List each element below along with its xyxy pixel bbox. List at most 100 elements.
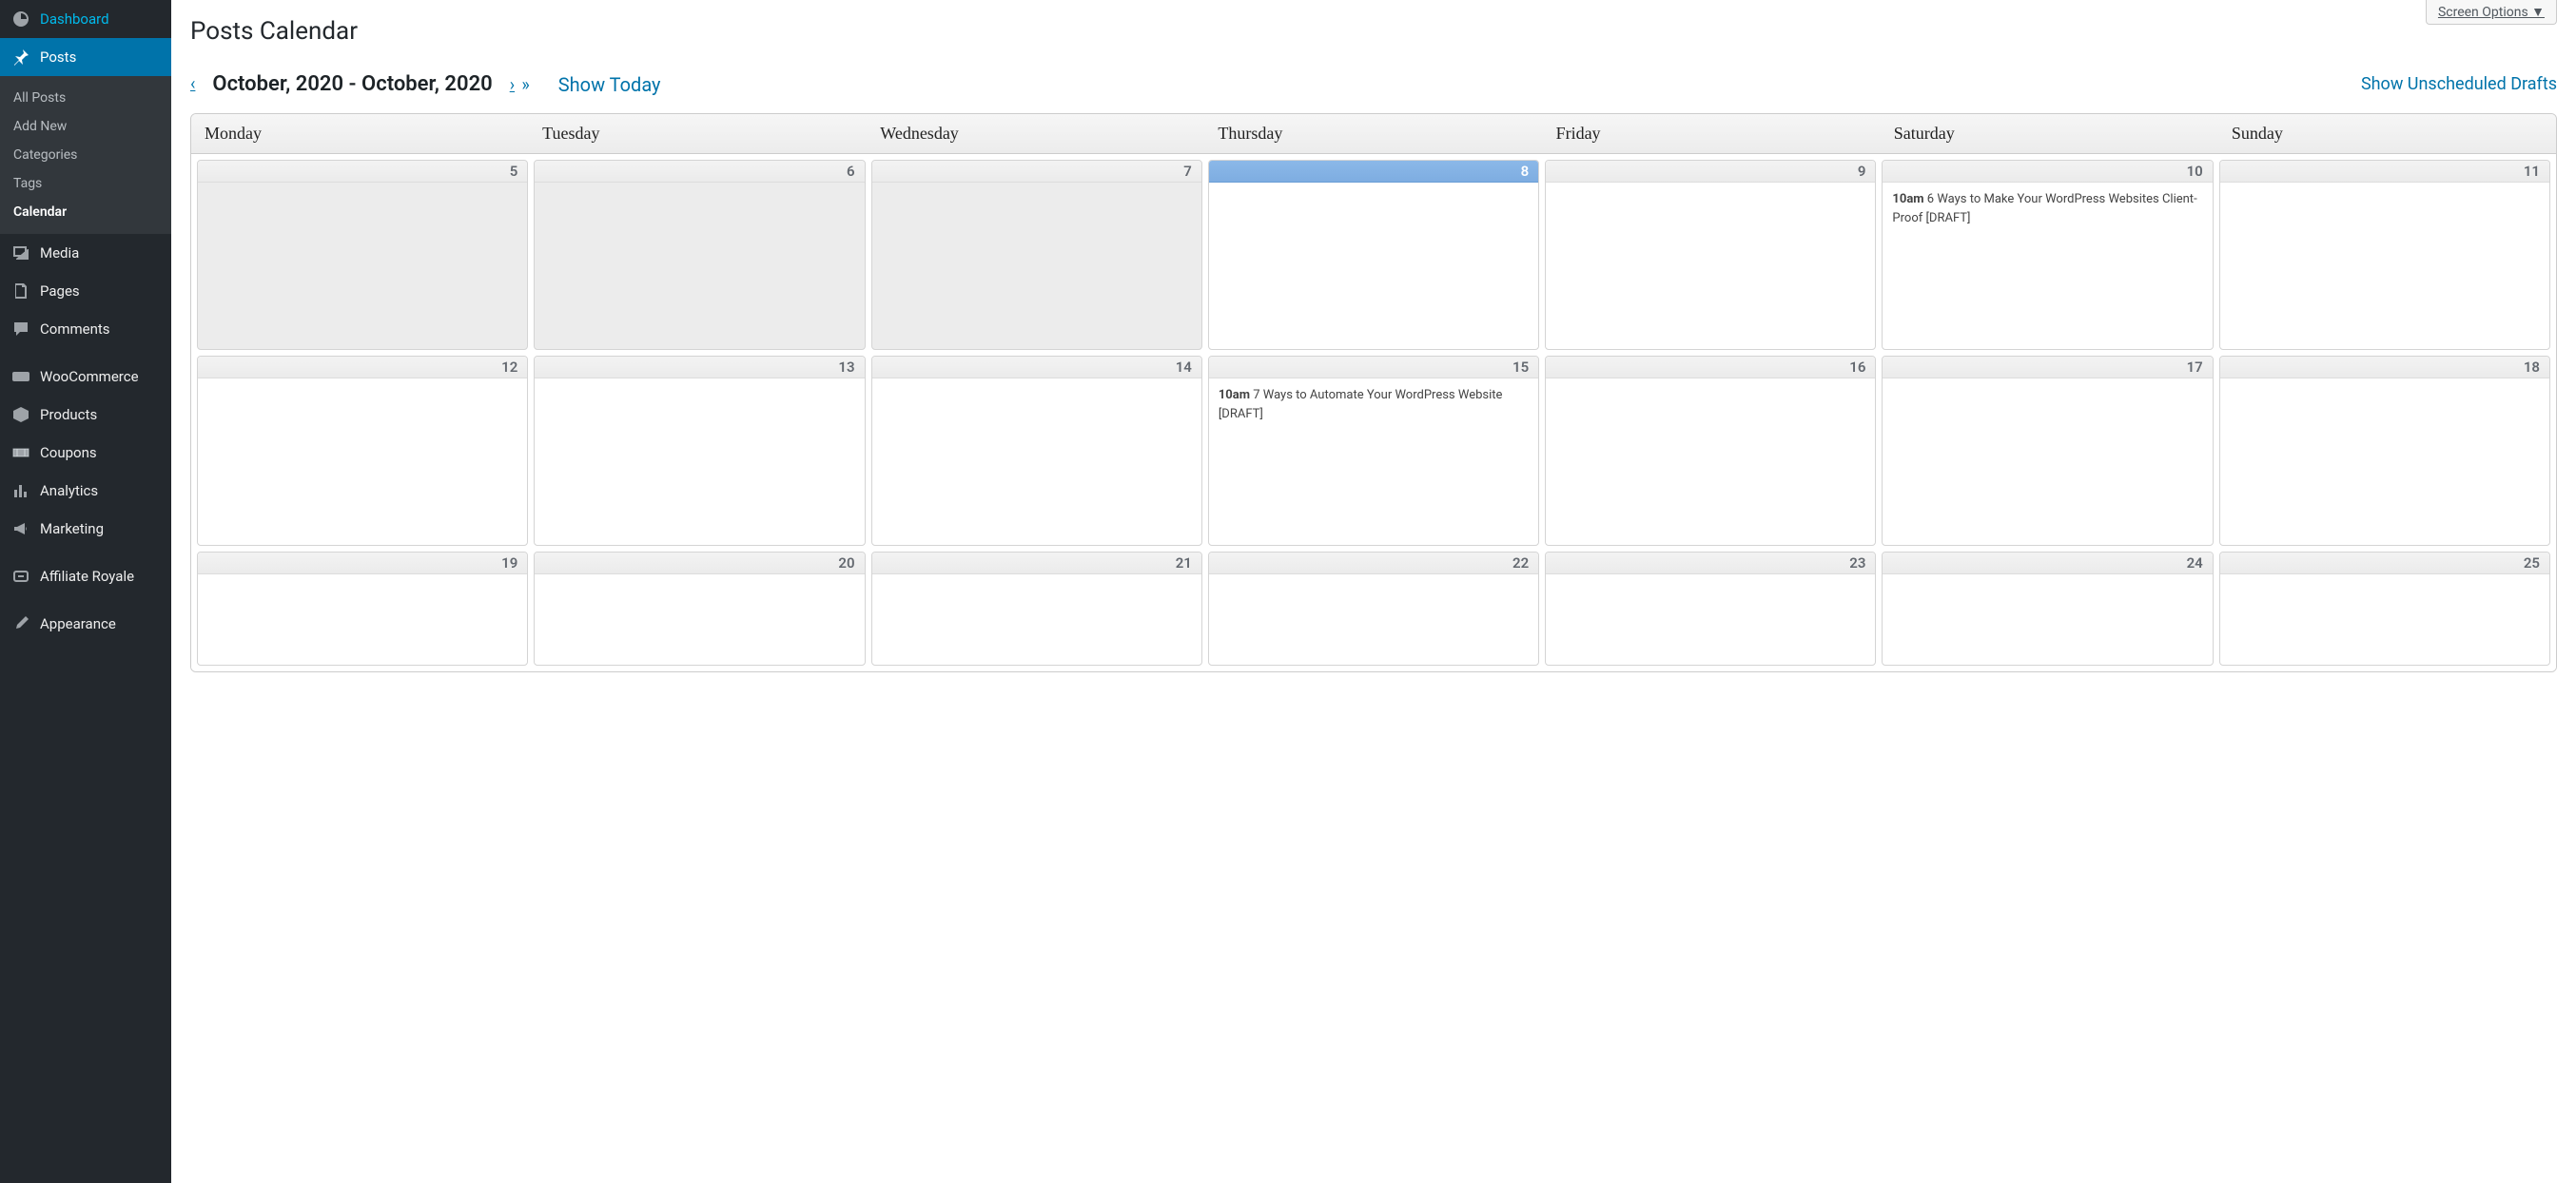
analytics-icon <box>11 481 30 500</box>
event-time: 10am <box>1892 192 1923 206</box>
brush-icon <box>11 614 30 633</box>
calendar-day[interactable]: 5 <box>197 160 528 350</box>
page-title: Posts Calendar <box>190 0 2557 72</box>
sidebar-item-label: Coupons <box>40 444 97 461</box>
show-today-link[interactable]: Show Today <box>558 73 661 96</box>
calendar-day[interactable]: 23 <box>1545 552 1876 666</box>
menu-separator <box>0 595 171 605</box>
day-number: 25 <box>2220 553 2549 574</box>
sidebar-item-label: Analytics <box>40 482 98 499</box>
calendar-day[interactable]: 6 <box>534 160 865 350</box>
day-number: 24 <box>1883 553 2212 574</box>
sidebar-item-media[interactable]: Media <box>0 234 171 272</box>
sidebar-item-posts[interactable]: Posts <box>0 38 171 76</box>
event-title: 7 Ways to Automate Your WordPress Websit… <box>1219 388 1503 421</box>
calendar-day[interactable]: 9 <box>1545 160 1876 350</box>
calendar-day[interactable]: 14 <box>871 356 1202 546</box>
show-unscheduled-drafts-link[interactable]: Show Unscheduled Drafts <box>2361 74 2557 94</box>
sidebar-item-coupons[interactable]: Coupons <box>0 434 171 472</box>
comments-icon <box>11 320 30 339</box>
day-number: 9 <box>1546 161 1875 183</box>
sidebar-item-label: Products <box>40 406 97 423</box>
day-number: 14 <box>872 357 1201 378</box>
calendar-day[interactable]: 15 10am 7 Ways to Automate Your WordPres… <box>1208 356 1539 546</box>
sidebar-item-label: WooCommerce <box>40 368 139 385</box>
calendar-day[interactable]: 13 <box>534 356 865 546</box>
day-number: 12 <box>198 357 527 378</box>
sidebar-item-analytics[interactable]: Analytics <box>0 472 171 510</box>
weekday-header: Monday <box>191 114 529 153</box>
menu-separator <box>0 548 171 557</box>
calendar-day[interactable]: 7 <box>871 160 1202 350</box>
calendar-day[interactable]: 20 <box>534 552 865 666</box>
day-number: 11 <box>2220 161 2549 183</box>
jump-forward-link[interactable]: » <box>521 75 529 95</box>
day-number: 20 <box>535 553 864 574</box>
calendar-day[interactable]: 17 <box>1882 356 2213 546</box>
submenu-tags[interactable]: Tags <box>0 169 171 198</box>
megaphone-icon <box>11 519 30 538</box>
calendar-day[interactable]: 22 <box>1208 552 1539 666</box>
day-number: 16 <box>1546 357 1875 378</box>
day-number: 5 <box>198 161 527 183</box>
sidebar-item-affiliate[interactable]: Affiliate Royale <box>0 557 171 595</box>
calendar-day[interactable]: 24 <box>1882 552 2213 666</box>
media-icon <box>11 243 30 262</box>
sidebar-item-label: Pages <box>40 282 80 300</box>
calendar-event[interactable]: 10am 7 Ways to Automate Your WordPress W… <box>1209 378 1538 431</box>
submenu-categories[interactable]: Categories <box>0 141 171 169</box>
sidebar-item-pages[interactable]: Pages <box>0 272 171 310</box>
day-number: 23 <box>1546 553 1875 574</box>
menu-separator <box>0 348 171 358</box>
day-number: 22 <box>1209 553 1538 574</box>
day-number: 18 <box>2220 357 2549 378</box>
sidebar-item-woocommerce[interactable]: WooCommerce <box>0 358 171 396</box>
sidebar-item-comments[interactable]: Comments <box>0 310 171 348</box>
day-number: 15 <box>1209 357 1538 378</box>
calendar-day[interactable]: 11 <box>2219 160 2550 350</box>
calendar-day[interactable]: 12 <box>197 356 528 546</box>
day-number: 21 <box>872 553 1201 574</box>
event-time: 10am <box>1219 388 1250 402</box>
calendar-body: 5 6 7 8 9 10 10am 6 Ways to Make Your Wo… <box>191 154 2556 671</box>
calendar-day[interactable]: 25 <box>2219 552 2550 666</box>
weekday-header: Friday <box>1543 114 1881 153</box>
sidebar-item-marketing[interactable]: Marketing <box>0 510 171 548</box>
submenu-calendar[interactable]: Calendar <box>0 198 171 226</box>
calendar-event[interactable]: 10am 6 Ways to Make Your WordPress Websi… <box>1883 183 2212 235</box>
day-number: 19 <box>198 553 527 574</box>
calendar-day[interactable]: 16 <box>1545 356 1876 546</box>
day-number: 10 <box>1883 161 2212 183</box>
calendar-day[interactable]: 18 <box>2219 356 2550 546</box>
day-number: 7 <box>872 161 1201 183</box>
weekday-header: Saturday <box>1881 114 2218 153</box>
admin-sidebar: Dashboard Posts All Posts Add New Catego… <box>0 0 171 1183</box>
calendar-day-today[interactable]: 8 <box>1208 160 1539 350</box>
sidebar-item-products[interactable]: Products <box>0 396 171 434</box>
calendar-day[interactable]: 10 10am 6 Ways to Make Your WordPress We… <box>1882 160 2213 350</box>
day-number: 6 <box>535 161 864 183</box>
dashboard-icon <box>11 10 30 29</box>
calendar-day[interactable]: 21 <box>871 552 1202 666</box>
products-icon <box>11 405 30 424</box>
submenu-add-new[interactable]: Add New <box>0 112 171 141</box>
prev-month-link[interactable]: ‹ <box>190 74 195 94</box>
next-month-link[interactable]: › <box>510 75 515 95</box>
posts-submenu: All Posts Add New Categories Tags Calend… <box>0 76 171 234</box>
posts-calendar: Monday Tuesday Wednesday Thursday Friday… <box>190 113 2557 672</box>
sidebar-item-label: Media <box>40 244 79 262</box>
pages-icon <box>11 281 30 301</box>
calendar-header-row: Monday Tuesday Wednesday Thursday Friday… <box>191 114 2556 154</box>
sidebar-item-appearance[interactable]: Appearance <box>0 605 171 643</box>
weekday-header: Tuesday <box>529 114 867 153</box>
affiliate-icon <box>11 567 30 586</box>
submenu-all-posts[interactable]: All Posts <box>0 84 171 112</box>
day-number: 8 <box>1209 161 1538 183</box>
day-number: 13 <box>535 357 864 378</box>
sidebar-item-label: Dashboard <box>40 10 109 28</box>
calendar-day[interactable]: 19 <box>197 552 528 666</box>
screen-options-button[interactable]: Screen Options ▼ <box>2426 0 2557 25</box>
sidebar-item-dashboard[interactable]: Dashboard <box>0 0 171 38</box>
weekday-header: Sunday <box>2218 114 2556 153</box>
woo-icon <box>11 367 30 386</box>
